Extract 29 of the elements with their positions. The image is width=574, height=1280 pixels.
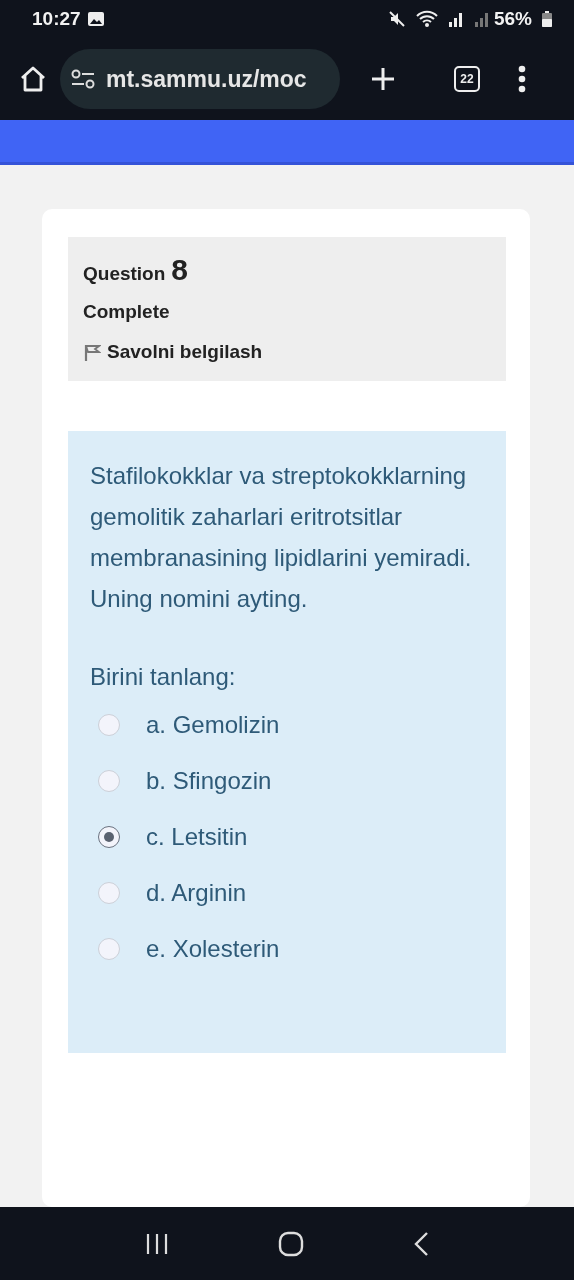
option-label[interactable]: c. Letsitin (146, 823, 248, 851)
question-label: Question (83, 263, 166, 285)
battery-icon (542, 11, 552, 27)
question-status: Complete (83, 301, 171, 323)
option-label[interactable]: b. Sfingozin (146, 767, 272, 795)
flag-icon (83, 342, 101, 362)
answer-prompt: Birini tanlang: (90, 663, 237, 691)
option-label[interactable]: d. Arginin (146, 879, 247, 907)
signal-icon (473, 10, 490, 28)
signal-icon (447, 10, 464, 28)
site-settings-icon[interactable] (70, 68, 96, 90)
address-bar[interactable]: mt.sammu.uz/moc (60, 49, 340, 109)
mute-icon (387, 10, 406, 28)
clock-time: 10:27 (32, 8, 81, 30)
question-text: Stafilokokklar va streptokokklarning gemolitik zaharlari eritrotsitlar membranasining lipidlarini yemiradi. Uning nomini ayting. (90, 461, 473, 614)
wifi-icon (415, 10, 438, 28)
recent-apps-icon[interactable] (144, 1232, 169, 1255)
image-icon (86, 11, 105, 27)
flag-question-link[interactable]: Savolni belgilash (83, 341, 492, 363)
battery-percentage: 56% (493, 8, 532, 30)
radio-button[interactable] (98, 826, 120, 848)
back-icon[interactable] (413, 1230, 430, 1257)
menu-icon[interactable] (518, 65, 526, 93)
question-number: 8 (171, 253, 189, 287)
home-button-icon[interactable] (278, 1230, 304, 1257)
option-label[interactable]: e. Xolesterin (146, 935, 280, 963)
tab-count-button[interactable]: 22 (454, 66, 480, 92)
option-label[interactable]: a. Gemolizin (146, 711, 280, 739)
new-tab-icon[interactable] (370, 66, 396, 92)
